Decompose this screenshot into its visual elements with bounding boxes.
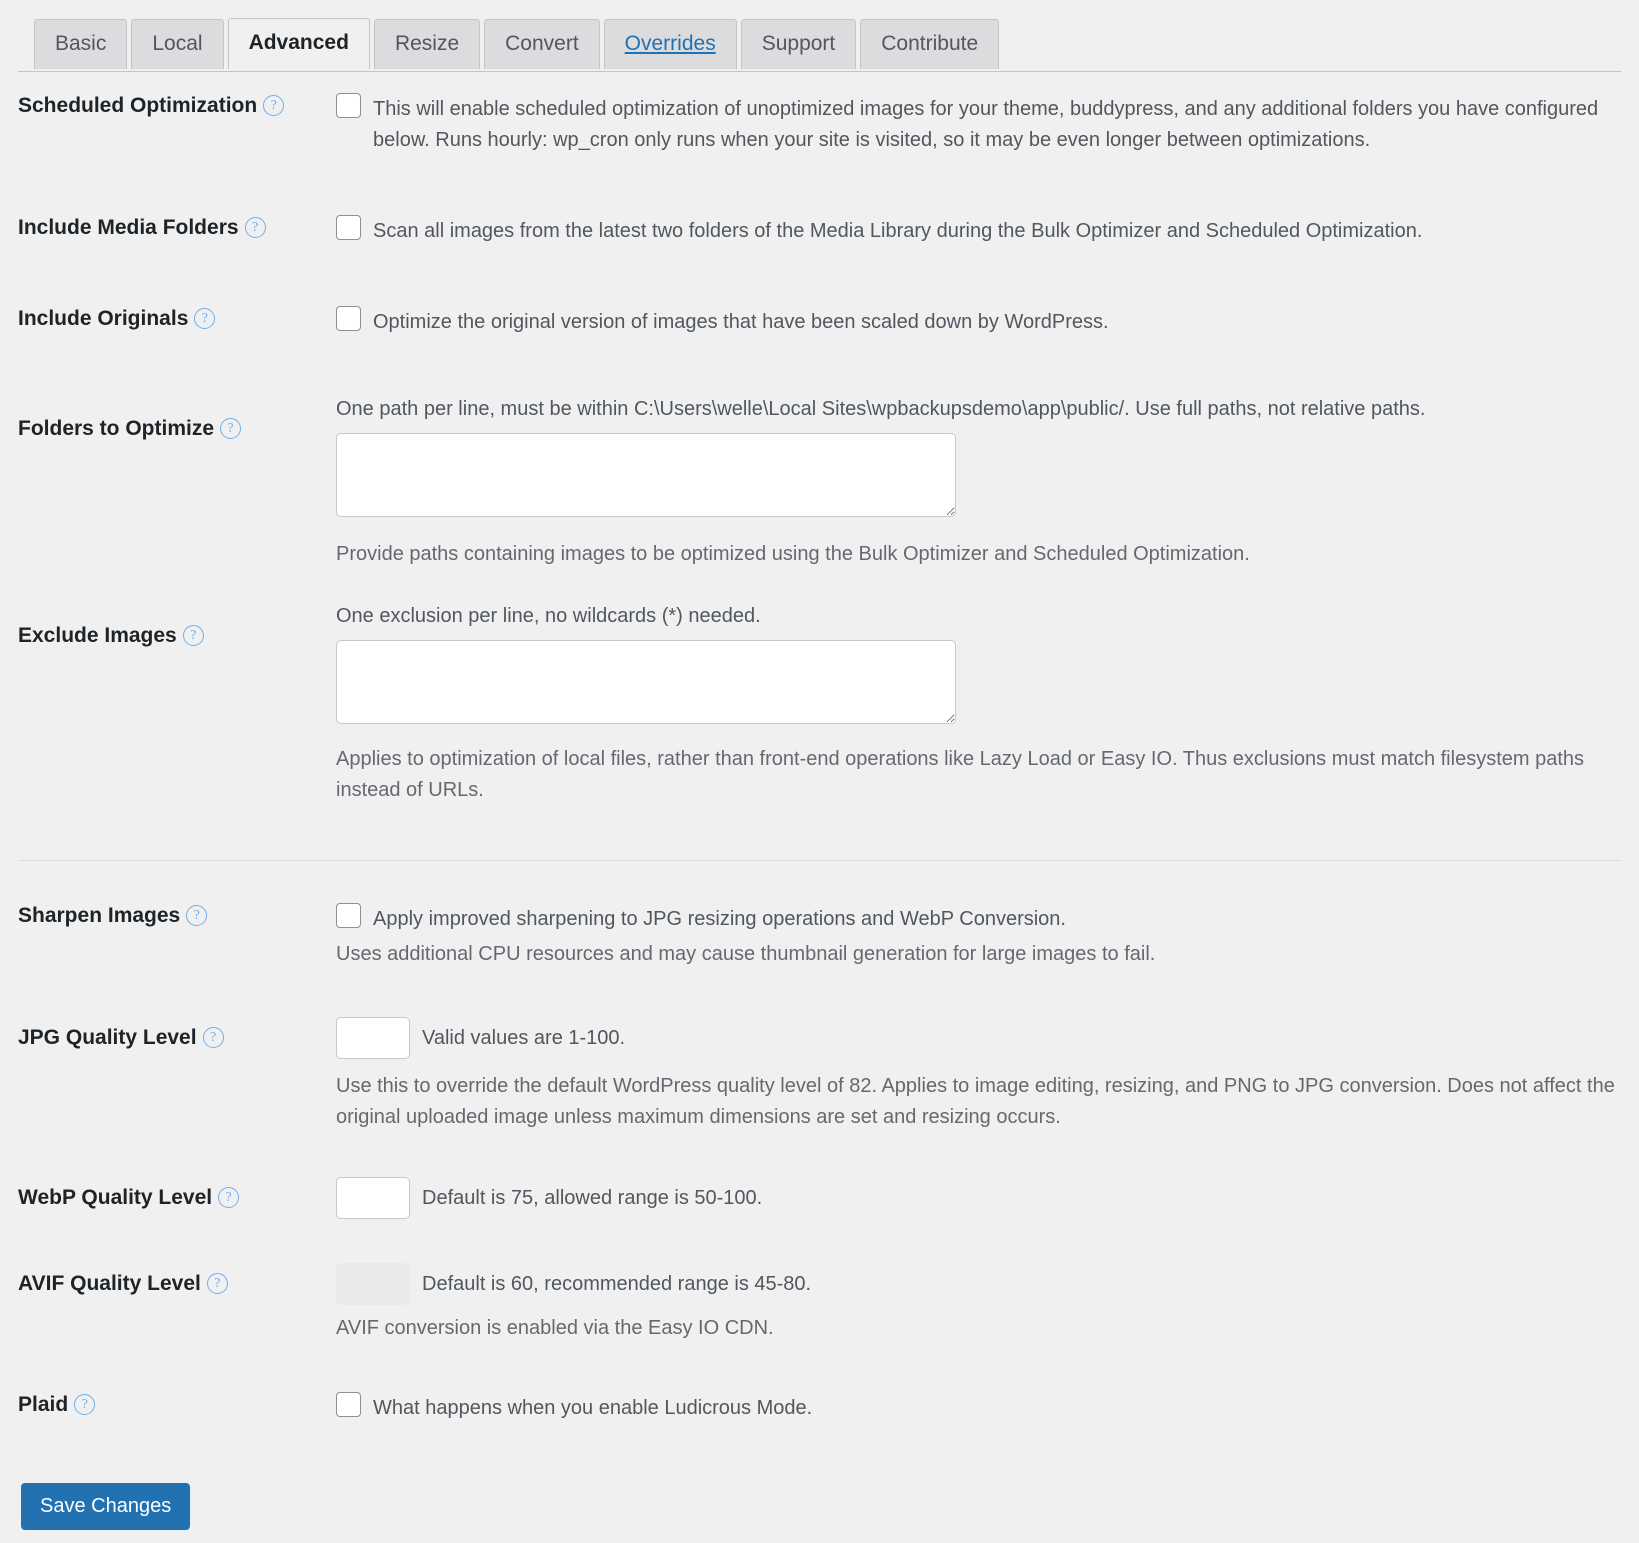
field-webp-quality-level: Default is 75, allowed range is 50-100. [336,1177,1621,1219]
avif-quality-input-line: Default is 60, recommended range is 45-8… [336,1263,1621,1305]
field-include-originals: Optimize the original version of images … [336,306,1621,338]
avif-quality-level-hint-below: AVIF conversion is enabled via the Easy … [336,1313,1621,1344]
sharpen-images-checkbox[interactable] [336,903,361,928]
label-include-originals: Include Originals? [18,306,336,332]
label-text: Include Originals [18,307,188,330]
row-webp-quality-level: WebP Quality Level? Default is 75, allow… [18,1133,1621,1219]
help-icon[interactable]: ? [194,308,215,329]
include-originals-description: Optimize the original version of images … [373,306,1621,338]
row-avif-quality-level: AVIF Quality Level? Default is 60, recom… [18,1219,1621,1344]
tab-resize[interactable]: Resize [374,19,480,69]
label-text: Scheduled Optimization [18,94,257,117]
label-text: Folders to Optimize [18,417,214,440]
label-text: AVIF Quality Level [18,1272,201,1295]
field-avif-quality-level: Default is 60, recommended range is 45-8… [336,1263,1621,1344]
label-text: Sharpen Images [18,904,180,927]
folders-to-optimize-textarea[interactable] [336,433,956,517]
field-exclude-images: One exclusion per line, no wildcards (*)… [336,601,1621,806]
help-icon[interactable]: ? [245,217,266,238]
help-icon[interactable]: ? [218,1187,239,1208]
row-scheduled-optimization: Scheduled Optimization? This will enable… [18,72,1621,156]
jpg-quality-level-hint-below: Use this to override the default WordPre… [336,1071,1621,1133]
label-sharpen-images: Sharpen Images? [18,903,336,929]
row-sharpen-images: Sharpen Images? Apply improved sharpenin… [18,861,1621,970]
field-sharpen-images: Apply improved sharpening to JPG resizin… [336,903,1621,970]
label-jpg-quality-level: JPG Quality Level? [18,1017,336,1051]
tab-basic[interactable]: Basic [34,19,127,69]
advanced-settings-form: Scheduled Optimization? This will enable… [0,72,1639,1530]
field-jpg-quality-level: Valid values are 1-100. Use this to over… [336,1017,1621,1133]
label-text: Plaid [18,1393,68,1416]
label-text: JPG Quality Level [18,1026,197,1049]
checkbox-line: Apply improved sharpening to JPG resizin… [336,903,1621,935]
label-webp-quality-level: WebP Quality Level? [18,1177,336,1211]
exclude-images-textarea[interactable] [336,640,956,724]
include-media-folders-checkbox[interactable] [336,215,361,240]
plaid-description: What happens when you enable Ludicrous M… [373,1392,1621,1424]
sharpen-images-description: Apply improved sharpening to JPG resizin… [373,903,1621,935]
label-avif-quality-level: AVIF Quality Level? [18,1263,336,1297]
label-exclude-images: Exclude Images? [18,601,336,649]
tab-contribute[interactable]: Contribute [860,19,999,69]
tab-local[interactable]: Local [131,19,223,69]
help-icon[interactable]: ? [183,625,204,646]
scheduled-optimization-description: This will enable scheduled optimization … [373,93,1621,156]
tab-advanced[interactable]: Advanced [228,18,370,69]
row-jpg-quality-level: JPG Quality Level? Valid values are 1-10… [18,970,1621,1133]
label-include-media-folders: Include Media Folders? [18,215,336,241]
include-originals-checkbox[interactable] [336,306,361,331]
jpg-quality-level-input[interactable] [336,1017,410,1059]
label-text: Include Media Folders [18,216,239,239]
row-plaid: Plaid? What happens when you enable Ludi… [18,1344,1621,1424]
help-icon[interactable]: ? [74,1394,95,1415]
label-text: WebP Quality Level [18,1186,212,1209]
checkbox-line: This will enable scheduled optimization … [336,93,1621,156]
webp-quality-level-note: Default is 75, allowed range is 50-100. [422,1183,762,1213]
tab-convert[interactable]: Convert [484,19,600,69]
scheduled-optimization-checkbox[interactable] [336,93,361,118]
field-scheduled-optimization: This will enable scheduled optimization … [336,93,1621,156]
field-include-media-folders: Scan all images from the latest two fold… [336,215,1621,247]
field-plaid: What happens when you enable Ludicrous M… [336,1392,1621,1424]
help-icon[interactable]: ? [203,1027,224,1048]
checkbox-line: Optimize the original version of images … [336,306,1621,338]
avif-quality-level-note: Default is 60, recommended range is 45-8… [422,1269,811,1299]
folders-to-optimize-hint-above: One path per line, must be within C:\Use… [336,394,1621,425]
help-icon[interactable]: ? [263,95,284,116]
tab-overrides[interactable]: Overrides [604,19,737,69]
help-icon[interactable]: ? [207,1273,228,1294]
exclude-images-hint-above: One exclusion per line, no wildcards (*)… [336,601,1621,632]
row-exclude-images: Exclude Images? One exclusion per line, … [18,570,1621,806]
webp-quality-level-input[interactable] [336,1177,410,1219]
webp-quality-input-line: Default is 75, allowed range is 50-100. [336,1177,1621,1219]
plaid-checkbox[interactable] [336,1392,361,1417]
row-include-originals: Include Originals? Optimize the original… [18,247,1621,338]
label-plaid: Plaid? [18,1392,336,1418]
row-folders-to-optimize: Folders to Optimize? One path per line, … [18,338,1621,570]
label-folders-to-optimize: Folders to Optimize? [18,394,336,442]
field-folders-to-optimize: One path per line, must be within C:\Use… [336,394,1621,570]
checkbox-line: Scan all images from the latest two fold… [336,215,1621,247]
help-icon[interactable]: ? [186,905,207,926]
save-changes-button[interactable]: Save Changes [21,1483,190,1530]
include-media-folders-description: Scan all images from the latest two fold… [373,215,1621,247]
jpg-quality-level-note: Valid values are 1-100. [422,1023,625,1053]
sharpen-images-hint-below: Uses additional CPU resources and may ca… [336,939,1621,970]
settings-tab-bar: BasicLocalAdvancedResizeConvertOverrides… [0,0,1639,72]
jpg-quality-input-line: Valid values are 1-100. [336,1017,1621,1059]
row-include-media-folders: Include Media Folders? Scan all images f… [18,156,1621,247]
checkbox-line: What happens when you enable Ludicrous M… [336,1392,1621,1424]
form-footer: Save Changes [18,1424,1621,1530]
tab-support[interactable]: Support [741,19,857,69]
label-text: Exclude Images [18,624,177,647]
label-scheduled-optimization: Scheduled Optimization? [18,93,336,119]
avif-quality-level-input [336,1263,410,1305]
exclude-images-hint-below: Applies to optimization of local files, … [336,744,1621,806]
folders-to-optimize-hint-below: Provide paths containing images to be op… [336,539,1621,570]
help-icon[interactable]: ? [220,418,241,439]
